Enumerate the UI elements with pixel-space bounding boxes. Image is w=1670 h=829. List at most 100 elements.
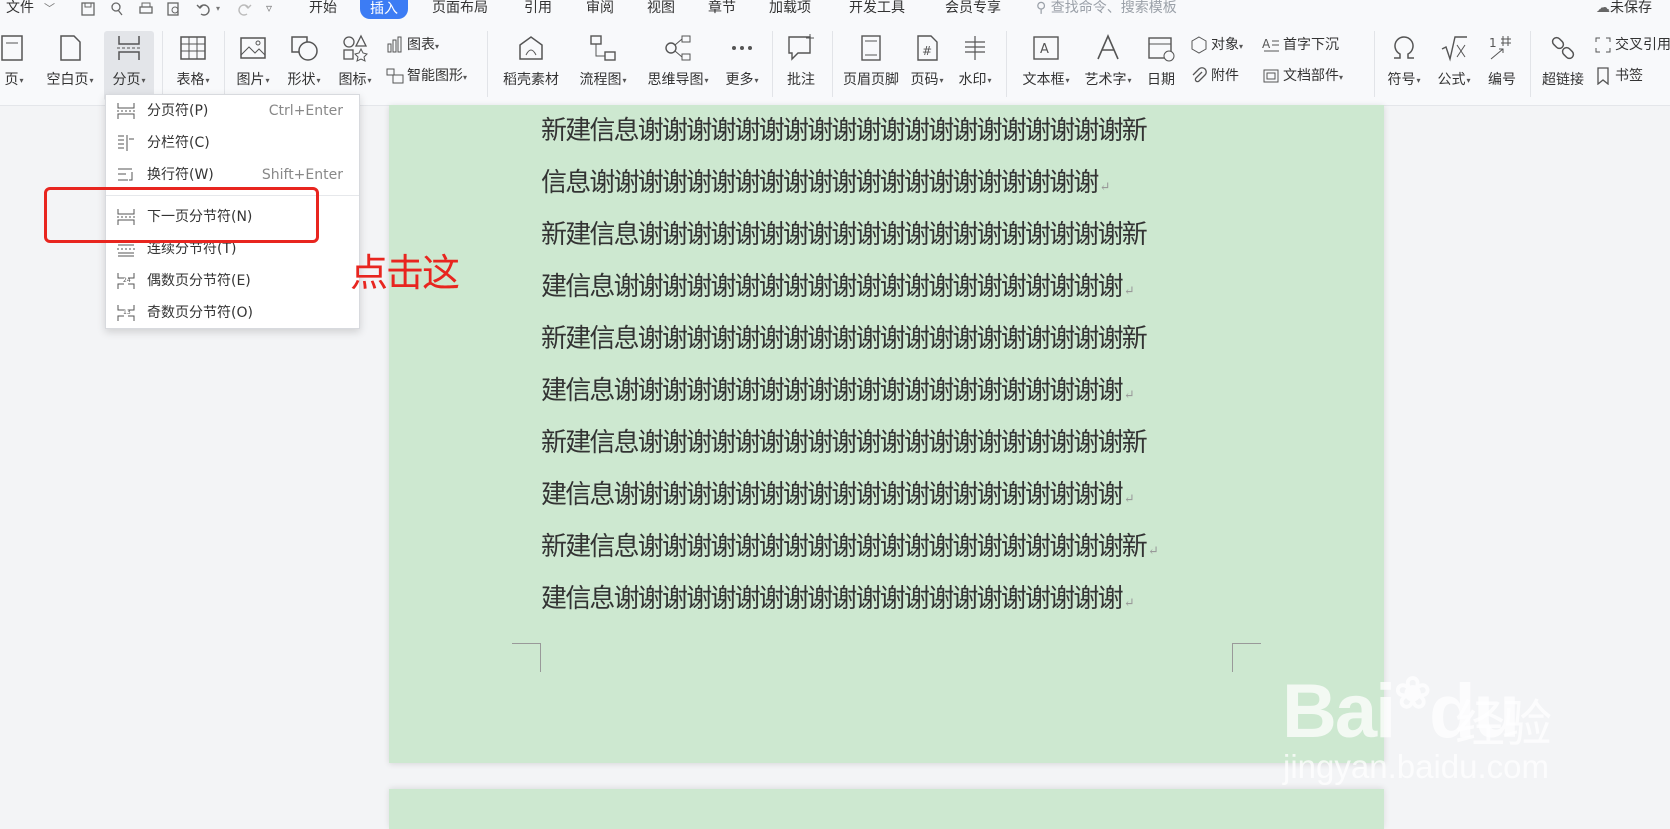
symbol-button[interactable]: 符号▾ bbox=[1380, 19, 1428, 103]
odd-page-section-break-icon: 13 bbox=[117, 305, 135, 321]
blank-page-button[interactable]: 空白页▾ bbox=[40, 19, 100, 103]
picture-icon bbox=[240, 37, 266, 59]
ribbon-separator bbox=[772, 31, 773, 97]
more-button[interactable]: 更多▾ bbox=[718, 19, 766, 103]
document-line[interactable]: 建信息谢谢谢谢谢谢谢谢谢谢谢谢谢谢谢谢谢谢谢谢谢 ↵ bbox=[541, 582, 1135, 621]
ribbon-separator bbox=[1530, 31, 1531, 97]
comment-button[interactable]: 批注 bbox=[776, 19, 826, 103]
link-icon bbox=[1551, 36, 1575, 60]
search-placeholder: 查找命令、搜索模板 bbox=[1050, 0, 1177, 16]
cross-reference-button[interactable]: 交叉引用 bbox=[1594, 33, 1670, 57]
document-line[interactable]: 新建信息谢谢谢谢谢谢谢谢谢谢谢谢谢谢谢谢谢谢谢谢新 bbox=[541, 114, 1148, 148]
undo-dropdown-icon[interactable]: ▾ bbox=[216, 0, 220, 17]
tab-home[interactable]: 开始 bbox=[309, 0, 337, 17]
date-label: 日期 bbox=[1147, 72, 1175, 88]
tab-addins[interactable]: 加载项 bbox=[769, 0, 811, 17]
page-number-icon: # bbox=[917, 35, 938, 61]
tab-insert[interactable]: 插入 bbox=[360, 0, 408, 19]
numbering-button[interactable]: 1 编号 bbox=[1480, 19, 1524, 103]
svg-text:24: 24 bbox=[123, 277, 131, 284]
symbol-label: 符号 bbox=[1387, 72, 1416, 88]
tab-chapter[interactable]: 章节 bbox=[708, 0, 736, 17]
save-status[interactable]: ☁未保存 bbox=[1596, 0, 1652, 17]
object-label: 对象 bbox=[1211, 37, 1239, 53]
doc-parts-button[interactable]: 文档部件▾ bbox=[1262, 64, 1343, 88]
menu-item-label: 奇数页分节符(O) bbox=[147, 305, 253, 321]
shape-icon bbox=[291, 36, 318, 61]
shape-button[interactable]: 形状▾ bbox=[279, 19, 329, 103]
wordart-icon bbox=[1097, 33, 1119, 60]
document-line[interactable]: 新建信息谢谢谢谢谢谢谢谢谢谢谢谢谢谢谢谢谢谢谢谢新 ↵ bbox=[541, 530, 1159, 569]
daoke-assets-button[interactable]: 稻壳素材 bbox=[496, 19, 566, 103]
document-page-next[interactable] bbox=[389, 789, 1384, 829]
menu-item-line-break[interactable]: 换行符(W) Shift+Enter bbox=[106, 160, 359, 190]
document-line[interactable]: 信息谢谢谢谢谢谢谢谢谢谢谢谢谢谢谢谢谢谢谢谢谢 ↵ bbox=[541, 166, 1111, 205]
page-break-button[interactable]: 分页▾ bbox=[104, 19, 154, 103]
chart-button[interactable]: 图表▾ bbox=[386, 33, 439, 57]
comment-label: 批注 bbox=[787, 72, 815, 88]
tab-references[interactable]: 引用 bbox=[524, 0, 552, 17]
customize-quick-access-icon[interactable]: ▿ bbox=[266, 0, 272, 17]
print-preview-icon[interactable] bbox=[166, 1, 182, 17]
document-line[interactable]: 新建信息谢谢谢谢谢谢谢谢谢谢谢谢谢谢谢谢谢谢谢谢新 bbox=[541, 322, 1148, 356]
redo-icon[interactable] bbox=[236, 1, 252, 17]
tab-view[interactable]: 视图 bbox=[647, 0, 675, 17]
search-box[interactable]: ⚲ 查找命令、搜索模板 bbox=[1036, 0, 1177, 17]
attachment-button[interactable]: 附件 bbox=[1190, 64, 1239, 88]
smart-art-button[interactable]: 智能图形▾ bbox=[386, 64, 467, 88]
document-line[interactable]: 建信息谢谢谢谢谢谢谢谢谢谢谢谢谢谢谢谢谢谢谢谢谢 ↵ bbox=[541, 478, 1135, 517]
comment-icon bbox=[788, 34, 814, 61]
chart-label: 图表 bbox=[407, 37, 435, 53]
document-line[interactable]: 新建信息谢谢谢谢谢谢谢谢谢谢谢谢谢谢谢谢谢谢谢谢新 bbox=[541, 426, 1148, 460]
tab-page-layout[interactable]: 页面布局 bbox=[432, 0, 488, 17]
cover-page-button[interactable]: 页▾ bbox=[0, 19, 34, 103]
menu-item-odd-page-section-break[interactable]: 13 奇数页分节符(O) bbox=[106, 298, 359, 328]
export-icon[interactable] bbox=[110, 1, 126, 17]
cover-page-icon bbox=[1, 35, 23, 61]
omega-icon bbox=[1394, 36, 1414, 59]
undo-icon[interactable] bbox=[196, 1, 212, 17]
wordart-button[interactable]: 艺术字▾ bbox=[1078, 19, 1138, 103]
watermark-label: 水印 bbox=[958, 72, 987, 88]
formula-button[interactable]: 公式▾ bbox=[1430, 19, 1478, 103]
document-line[interactable]: 新建信息谢谢谢谢谢谢谢谢谢谢谢谢谢谢谢谢谢谢谢谢新 bbox=[541, 218, 1148, 252]
chevron-down-icon[interactable]: ﹀ bbox=[44, 0, 55, 17]
icon-button[interactable]: 图标▾ bbox=[330, 19, 380, 103]
shape-label: 形状 bbox=[287, 72, 316, 88]
print-icon[interactable] bbox=[138, 1, 154, 17]
page-number-button[interactable]: # 页码▾ bbox=[904, 19, 950, 103]
watermark-button[interactable]: 水印▾ bbox=[952, 19, 998, 103]
textbox-button[interactable]: A 文本框▾ bbox=[1016, 19, 1076, 103]
mindmap-button[interactable]: 思维导图▾ bbox=[640, 19, 716, 103]
formula-icon bbox=[1441, 36, 1467, 62]
page-break-icon bbox=[117, 103, 135, 119]
menu-item-even-page-section-break[interactable]: 24 偶数页分节符(E) bbox=[106, 266, 359, 296]
menu-item-column-break[interactable]: 分栏符(C) bbox=[106, 128, 359, 158]
date-button[interactable]: 日期 bbox=[1140, 19, 1182, 103]
title-bar: 文件 ﹀ ▾ ▿ 开始 插入 页面布局 引用 审阅 视图 章节 加载项 开发工具… bbox=[0, 0, 1670, 19]
paperclip-icon bbox=[1192, 67, 1207, 83]
drop-cap-button[interactable]: A 首字下沉 bbox=[1262, 33, 1339, 57]
picture-button[interactable]: 图片▾ bbox=[228, 19, 278, 103]
tab-review[interactable]: 审阅 bbox=[586, 0, 614, 17]
bookmark-button[interactable]: 书签 bbox=[1594, 64, 1643, 88]
object-button[interactable]: 对象▾ bbox=[1190, 33, 1243, 57]
document-line[interactable]: 建信息谢谢谢谢谢谢谢谢谢谢谢谢谢谢谢谢谢谢谢谢谢 ↵ bbox=[541, 270, 1135, 309]
picture-label: 图片 bbox=[236, 72, 265, 88]
file-menu[interactable]: 文件 bbox=[6, 0, 34, 17]
bookmark-label: 书签 bbox=[1615, 68, 1643, 84]
drop-cap-label: 首字下沉 bbox=[1283, 37, 1339, 53]
ribbon-separator bbox=[1006, 31, 1007, 97]
flowchart-icon bbox=[590, 35, 616, 61]
watermark-icon bbox=[965, 36, 985, 60]
menu-item-page-break[interactable]: 分页符(P) Ctrl+Enter bbox=[106, 96, 359, 126]
tab-developer[interactable]: 开发工具 bbox=[849, 0, 905, 17]
table-button[interactable]: 表格▾ bbox=[168, 19, 218, 103]
flowchart-button[interactable]: 流程图▾ bbox=[572, 19, 634, 103]
save-icon[interactable] bbox=[80, 1, 96, 17]
hyperlink-button[interactable]: 超链接 bbox=[1534, 19, 1592, 103]
document-line[interactable]: 建信息谢谢谢谢谢谢谢谢谢谢谢谢谢谢谢谢谢谢谢谢谢 ↵ bbox=[541, 374, 1135, 413]
tab-member[interactable]: 会员专享 bbox=[945, 0, 1001, 17]
header-footer-button[interactable]: 页眉页脚 bbox=[836, 19, 906, 103]
textbox-icon: A bbox=[1033, 36, 1059, 60]
